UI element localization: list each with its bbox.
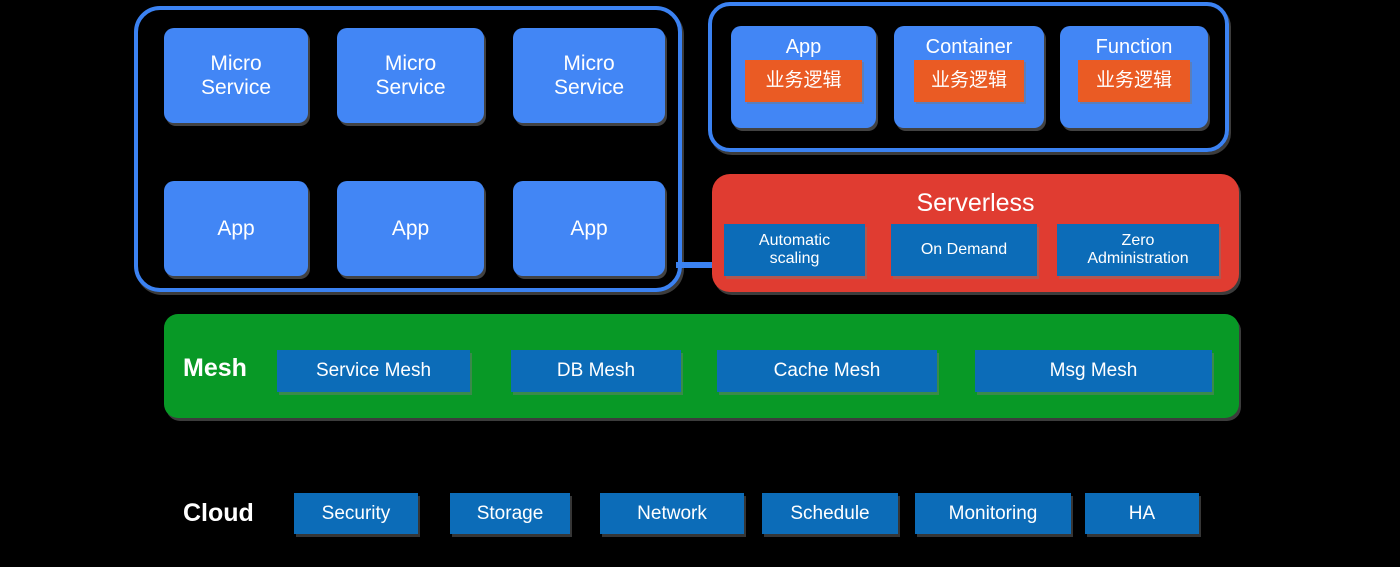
cloud-item-network[interactable]: Network xyxy=(600,493,744,534)
micro-service-card-3-line1: Micro xyxy=(563,51,615,75)
micro-service-card-2[interactable]: Micro Service xyxy=(337,28,484,123)
app-card-1[interactable]: App xyxy=(164,181,308,276)
runtime-card-container-payload[interactable]: 业务逻辑 xyxy=(914,60,1024,102)
architecture-diagram: Micro Service Micro Service Micro Servic… xyxy=(0,0,1400,567)
runtime-card-container-title: Container xyxy=(925,36,1013,58)
micro-service-card-1-line2: Service xyxy=(200,75,272,99)
cloud-item-ha[interactable]: HA xyxy=(1085,493,1199,534)
mesh-item-cache-mesh[interactable]: Cache Mesh xyxy=(717,350,937,392)
micro-service-card-1[interactable]: Micro Service xyxy=(164,28,308,123)
micro-service-card-2-line1: Micro xyxy=(384,51,437,75)
serverless-feature-zero-administration[interactable]: Zero Administration xyxy=(1057,224,1219,276)
runtime-card-app-title: App xyxy=(785,36,822,58)
micro-service-card-2-line2: Service xyxy=(375,75,446,99)
app-card-2[interactable]: App xyxy=(337,181,484,276)
mesh-item-service-mesh[interactable]: Service Mesh xyxy=(277,350,470,392)
cloud-item-security[interactable]: Security xyxy=(294,493,418,534)
runtime-card-app-payload[interactable]: 业务逻辑 xyxy=(745,60,862,102)
micro-service-card-3-line2: Service xyxy=(553,75,625,99)
runtime-card-app[interactable]: App 业务逻辑 xyxy=(731,26,876,128)
group-connector-line xyxy=(676,262,712,268)
mesh-item-db-mesh[interactable]: DB Mesh xyxy=(511,350,681,392)
runtime-card-function[interactable]: Function 业务逻辑 xyxy=(1060,26,1208,128)
serverless-title: Serverless xyxy=(916,189,1035,217)
cloud-row-label: Cloud xyxy=(183,498,254,527)
app-card-3[interactable]: App xyxy=(513,181,665,276)
app-card-3-label: App xyxy=(570,216,608,240)
mesh-row-label: Mesh xyxy=(183,353,247,382)
runtime-card-function-title: Function xyxy=(1095,36,1173,58)
serverless-feature-automatic-scaling[interactable]: Automatic scaling xyxy=(724,224,865,276)
app-card-2-label: App xyxy=(391,216,430,240)
micro-service-card-3[interactable]: Micro Service xyxy=(513,28,665,123)
mesh-item-msg-mesh[interactable]: Msg Mesh xyxy=(975,350,1212,392)
runtime-card-container[interactable]: Container 业务逻辑 xyxy=(894,26,1044,128)
app-card-1-label: App xyxy=(217,216,255,240)
micro-service-card-1-line1: Micro xyxy=(210,51,262,75)
cloud-item-schedule[interactable]: Schedule xyxy=(762,493,898,534)
cloud-item-monitoring[interactable]: Monitoring xyxy=(915,493,1071,534)
serverless-feature-on-demand[interactable]: On Demand xyxy=(891,224,1037,276)
cloud-item-storage[interactable]: Storage xyxy=(450,493,570,534)
runtime-card-function-payload[interactable]: 业务逻辑 xyxy=(1078,60,1190,102)
